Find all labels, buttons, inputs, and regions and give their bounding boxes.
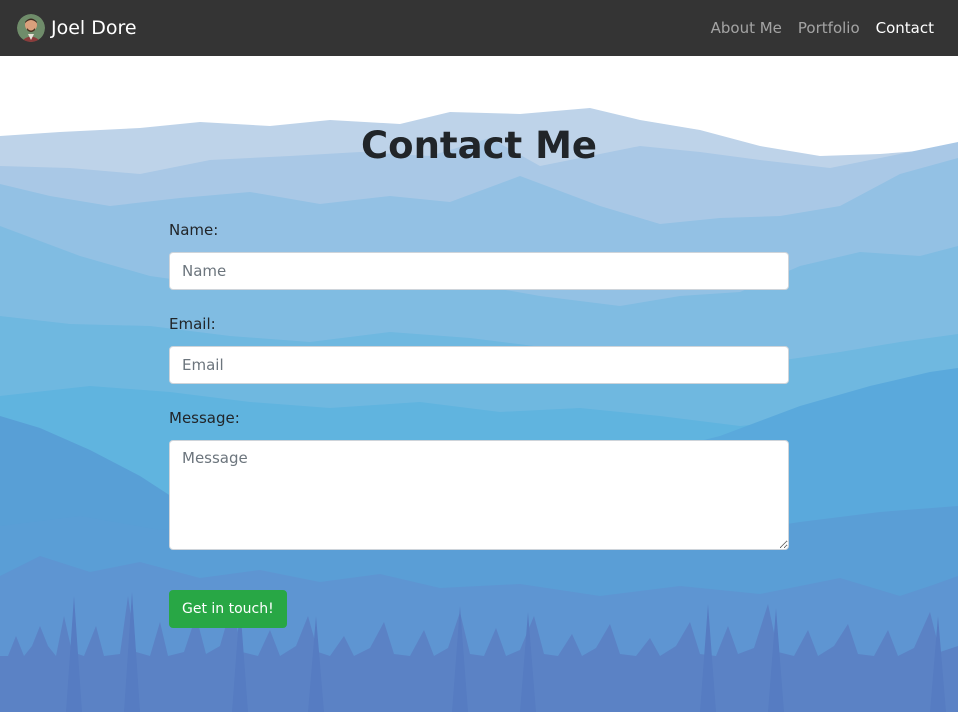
nav-link-portfolio[interactable]: Portfolio: [798, 19, 860, 37]
navbar: Joel Dore About Me Portfolio Contact: [0, 0, 958, 56]
name-group: Name:: [169, 220, 789, 290]
nav-link-contact[interactable]: Contact: [876, 19, 934, 37]
nav-link-about[interactable]: About Me: [711, 19, 782, 37]
brand-name: Joel Dore: [51, 17, 137, 39]
brand-link[interactable]: Joel Dore: [17, 13, 137, 43]
contact-form: Name: Email: Message: Get in touch!: [169, 220, 789, 628]
email-input[interactable]: [169, 346, 789, 384]
nav-links: About Me Portfolio Contact: [695, 0, 934, 56]
email-label: Email:: [169, 315, 216, 333]
contact-section: Contact Me Name: Email: Message: Get in …: [0, 56, 958, 712]
message-textarea[interactable]: [169, 440, 789, 550]
message-group: Message:: [169, 408, 789, 550]
get-in-touch-button[interactable]: Get in touch!: [169, 590, 287, 628]
page-title: Contact Me: [361, 124, 597, 167]
name-input[interactable]: [169, 252, 789, 290]
name-label: Name:: [169, 221, 219, 239]
email-group: Email:: [169, 314, 789, 384]
avatar-icon: [17, 14, 45, 42]
message-label: Message:: [169, 409, 240, 427]
